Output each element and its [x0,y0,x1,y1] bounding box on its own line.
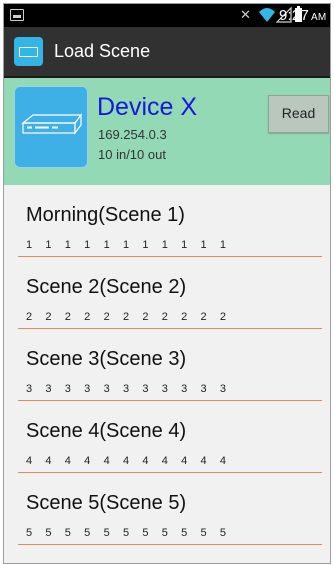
scene-values: 33333333333 [26,383,227,395]
scene-item[interactable]: Scene 2(Scene 2) 22222222222 [4,257,330,329]
scene-item[interactable]: Scene 5(Scene 5) 55555555555 [4,473,330,545]
app-icon[interactable] [14,37,43,66]
divider [18,544,322,545]
scene-name: Scene 5(Scene 5) [26,492,187,514]
scene-list: Morning(Scene 1) 11111111111 Scene 2(Sce… [4,185,330,545]
scene-values: 55555555555 [26,527,227,539]
device-io: 10 in/10 out [98,147,166,162]
scene-name: Scene 4(Scene 4) [26,420,187,442]
scene-item[interactable]: Morning(Scene 1) 11111111111 [4,185,330,257]
device-header: Device X 169.254.0.3 10 in/10 out Read [4,78,330,185]
device-rack-icon [14,86,88,168]
scene-name: Scene 3(Scene 3) [26,348,187,370]
page-title: Load Scene [54,41,151,61]
status-bar: ✕ 9:27 AM [4,4,330,27]
scene-name: Scene 2(Scene 2) [26,276,187,298]
scene-values: 44444444444 [26,455,227,467]
clock: 9:27 AM [279,7,327,24]
scene-item[interactable]: Scene 3(Scene 3) 33333333333 [4,329,330,401]
action-bar: Load Scene [4,27,330,78]
mute-icon: ✕ [240,7,251,22]
scene-values: 11111111111 [26,239,227,251]
device-ip: 169.254.0.3 [98,127,167,142]
scene-name: Morning(Scene 1) [26,204,185,226]
image-notification-icon [10,9,24,21]
scene-item[interactable]: Scene 4(Scene 4) 44444444444 [4,401,330,473]
read-button[interactable]: Read [268,95,329,133]
phone-screen: ✕ 9:27 AM Load Scene Device X 169.254.0.3… [3,3,331,564]
wifi-icon [259,8,275,22]
scene-values: 22222222222 [26,311,227,323]
device-name: Device X [97,93,198,121]
